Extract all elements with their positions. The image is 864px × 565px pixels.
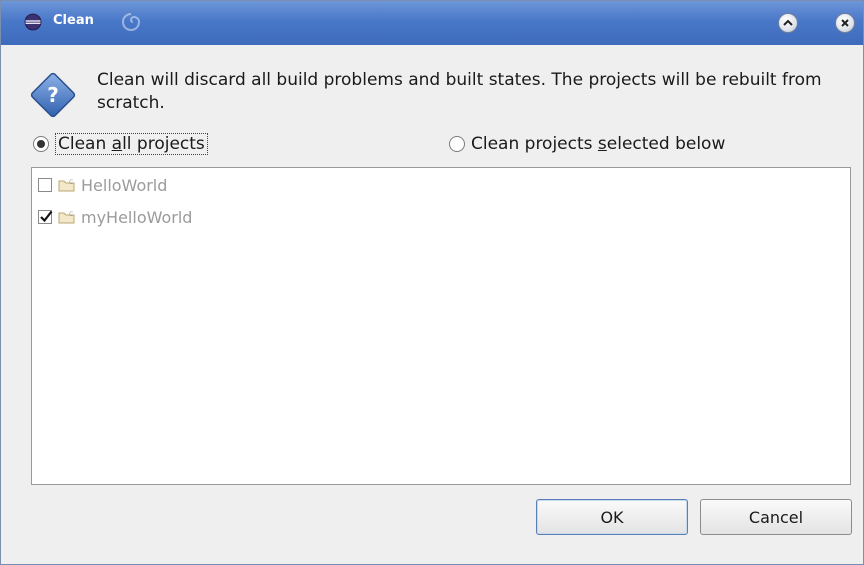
swirl-icon (122, 13, 141, 31)
cancel-button[interactable]: Cancel (700, 499, 852, 535)
project-checkbox[interactable] (38, 210, 53, 224)
project-checkbox[interactable] (38, 178, 52, 192)
java-project-folder-icon: C (58, 179, 75, 192)
clean-selected-radio[interactable] (449, 136, 465, 152)
clean-all-radio[interactable] (33, 136, 49, 152)
question-icon: ? (30, 72, 76, 118)
svg-text:C: C (69, 179, 73, 186)
minimize-button[interactable] (778, 13, 798, 33)
list-item[interactable]: C HelloWorld (38, 174, 167, 196)
svg-text:C: C (69, 211, 73, 218)
list-item[interactable]: C myHelloWorld (38, 206, 192, 228)
close-button[interactable] (835, 13, 855, 33)
checkmark-icon (40, 210, 53, 223)
ok-button[interactable]: OK (536, 499, 688, 535)
message-text: Clean will discard all build problems an… (97, 70, 822, 113)
clean-all-option[interactable]: Clean all projects (33, 133, 208, 155)
eclipse-icon (24, 13, 42, 31)
svg-text:?: ? (47, 83, 59, 107)
project-name: HelloWorld (81, 175, 168, 195)
clean-dialog: Clean ? Clean will discard all build pro… (0, 0, 864, 565)
close-icon (841, 19, 849, 27)
clean-selected-label: Clean projects selected below (471, 134, 726, 154)
java-project-folder-icon: C (58, 211, 75, 224)
project-list[interactable]: C HelloWorld C myHelloWorld (31, 167, 851, 485)
title-bar[interactable]: Clean (1, 1, 863, 45)
window-title: Clean (53, 13, 94, 28)
clean-selected-option[interactable]: Clean projects selected below (449, 133, 725, 155)
project-name: myHelloWorld (81, 207, 193, 227)
chevron-up-icon (783, 19, 793, 26)
clean-all-label: Clean all projects (55, 133, 208, 155)
